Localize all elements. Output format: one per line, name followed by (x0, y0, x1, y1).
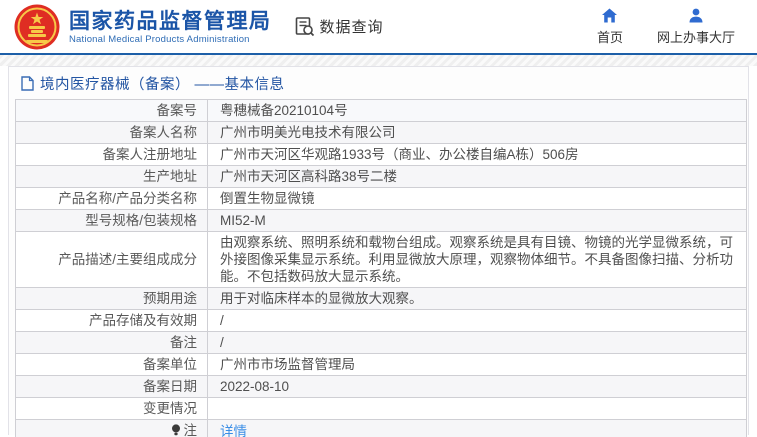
table-row: 产品名称/产品分类名称 倒置生物显微镜 (15, 187, 747, 210)
table-row: 生产地址 广州市天河区高科路38号二楼 (15, 165, 747, 188)
document-icon (21, 76, 34, 91)
home-icon (602, 8, 618, 22)
bulb-icon (171, 423, 181, 437)
page-title-bar: 境内医疗器械（备案） ——基本信息 (9, 67, 748, 99)
row-label: 变更情况 (143, 401, 197, 416)
data-query-menu[interactable]: 数据查询 (294, 16, 384, 37)
row-label: 产品名称/产品分类名称 (58, 191, 197, 206)
row-value: 倒置生物显微镜 (220, 191, 315, 206)
row-value: 广州市明美光电技术有限公司 (220, 125, 396, 140)
row-label: 备案日期 (143, 379, 197, 394)
row-label: 备注 (170, 335, 197, 350)
nav-label-online-service-hall: 网上办事大厅 (656, 29, 735, 45)
row-label: 备案人注册地址 (102, 147, 198, 162)
table-row: 产品存储及有效期 / (15, 309, 747, 332)
national-emblem-icon (14, 4, 60, 49)
table-row: 备案单位 广州市市场监督管理局 (15, 353, 747, 376)
row-value: / (220, 335, 224, 350)
row-label: 产品存储及有效期 (89, 313, 197, 328)
row-value: 粤穗械备20210104号 (220, 103, 348, 118)
row-label: 备案人名称 (129, 125, 198, 140)
table-row: 备案人名称 广州市明美光电技术有限公司 (15, 121, 747, 144)
row-value: 广州市市场监督管理局 (220, 357, 355, 372)
nav-item-online-service-hall[interactable]: 网上办事大厅 (657, 8, 735, 46)
row-value: 用于对临床样本的显微放大观察。 (220, 291, 423, 306)
site-title-cn: 国家药品监督管理局 (69, 9, 272, 33)
row-label: 预期用途 (143, 291, 197, 306)
row-value: / (220, 313, 224, 328)
row-label: 生产地址 (143, 169, 197, 184)
data-query-label: 数据查询 (319, 19, 384, 36)
table-row: 备案日期 2022-08-10 (15, 375, 747, 398)
row-value: 广州市天河区华观路1933号（商业、办公楼自编A栋）506房 (220, 147, 579, 162)
nav-label-home: 首页 (596, 29, 623, 45)
content-panel: 境内医疗器械（备案） ——基本信息 备案号 粤穗械备20210104号 备案人名… (8, 66, 749, 437)
site-header: 国家药品监督管理局 National Medical Products Admi… (0, 0, 757, 55)
row-value: 由观察系统、照明系统和载物台组成。观察系统是具有目镜、物镜的光学显微系统，可外接… (220, 235, 733, 284)
nmpa-logo: 国家药品监督管理局 National Medical Products Admi… (14, 4, 272, 50)
table-row: 产品描述/主要组成成分 由观察系统、照明系统和载物台组成。观察系统是具有目镜、物… (15, 231, 747, 288)
row-value: MI52-M (220, 213, 266, 228)
page-title: 境内医疗器械（备案） ——基本信息 (40, 77, 285, 93)
header-nav: 首页 网上办事大厅 (597, 8, 735, 46)
table-row: 备案号 粤穗械备20210104号 (15, 99, 747, 122)
person-icon (689, 8, 703, 22)
table-row: 注 详情 (15, 419, 747, 437)
row-label: 备案号 (156, 103, 198, 118)
hatched-divider (0, 55, 757, 66)
nav-item-home[interactable]: 首页 (597, 8, 623, 46)
details-link[interactable]: 详情 (220, 424, 247, 437)
row-label: 型号规格/包装规格 (85, 213, 197, 228)
row-label: 产品描述/主要组成成分 (58, 252, 197, 267)
info-table-body: 备案号 粤穗械备20210104号 备案人名称 广州市明美光电技术有限公司 备案… (15, 99, 747, 437)
table-row: 预期用途 用于对临床样本的显微放大观察。 (15, 287, 747, 310)
row-label: 备案单位 (143, 357, 197, 372)
table-row: 备案人注册地址 广州市天河区华观路1933号（商业、办公楼自编A栋）506房 (15, 143, 747, 166)
registration-info-table: 备案号 粤穗械备20210104号 备案人名称 广州市明美光电技术有限公司 备案… (15, 99, 747, 437)
row-label: 注 (183, 423, 198, 437)
table-row: 备注 / (15, 331, 747, 354)
table-row: 变更情况 (15, 397, 747, 420)
row-value: 广州市天河区高科路38号二楼 (220, 169, 398, 184)
site-title-en: National Medical Products Administration (69, 33, 250, 45)
document-search-icon (295, 17, 314, 37)
table-row: 型号规格/包装规格 MI52-M (15, 209, 747, 232)
row-value: 2022-08-10 (220, 379, 290, 394)
